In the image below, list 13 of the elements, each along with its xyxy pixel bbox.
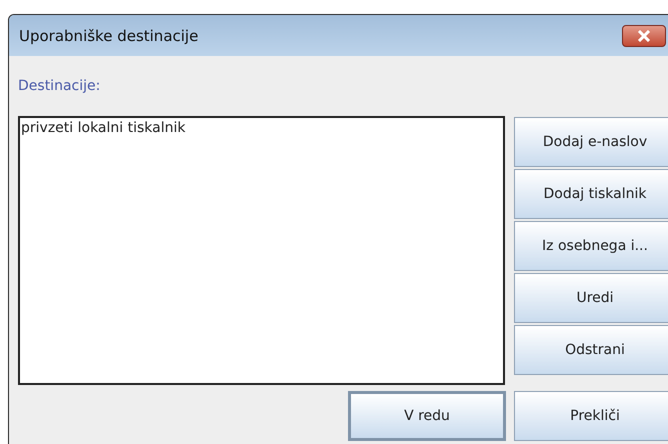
side-button[interactable]: Uredi xyxy=(514,273,668,323)
dialog-button[interactable]: V redu xyxy=(348,391,506,441)
destinations-label: Destinacije: xyxy=(18,78,100,94)
side-button[interactable]: Odstrani xyxy=(514,325,668,375)
close-button[interactable] xyxy=(622,24,666,46)
side-button[interactable]: Iz osebnega i... xyxy=(514,221,668,271)
side-button[interactable]: Dodaj e-naslov xyxy=(514,117,668,167)
dialog-button[interactable]: Prekliči xyxy=(514,391,668,441)
destination-list[interactable]: privzeti lokalni tiskalnik xyxy=(18,116,505,385)
side-button[interactable]: Dodaj tiskalnik xyxy=(514,169,668,219)
list-item[interactable]: privzeti lokalni tiskalnik xyxy=(20,120,503,136)
close-icon xyxy=(637,30,651,42)
window-title: Uporabniške destinacije xyxy=(19,26,198,44)
